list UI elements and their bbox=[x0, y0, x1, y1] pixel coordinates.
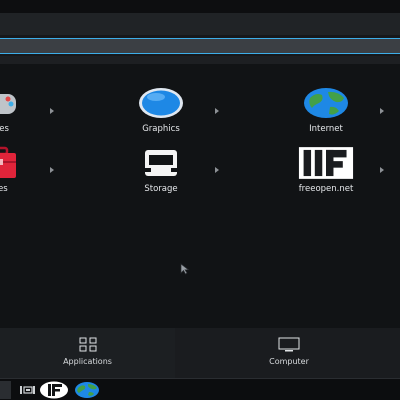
tab-applications[interactable]: Applications bbox=[0, 328, 175, 378]
app-label: ties bbox=[0, 184, 8, 194]
mouse-cursor-icon bbox=[180, 263, 190, 275]
app-category-internet[interactable]: Internet bbox=[271, 86, 381, 142]
launcher-tile[interactable] bbox=[0, 381, 11, 399]
chevron-right-icon[interactable] bbox=[380, 108, 384, 114]
tab-label: Computer bbox=[269, 357, 309, 366]
globe-browser-icon[interactable] bbox=[74, 381, 100, 399]
applications-grid-icon bbox=[79, 337, 96, 352]
games-icon bbox=[0, 94, 16, 114]
chevron-right-icon[interactable] bbox=[215, 167, 219, 173]
app-category-games[interactable]: mes bbox=[0, 86, 55, 142]
freeopen-logo-icon[interactable] bbox=[39, 381, 69, 399]
app-label: Storage bbox=[144, 184, 178, 194]
app-category-utilities[interactable]: ties bbox=[0, 146, 55, 202]
app-label: Graphics bbox=[142, 124, 180, 134]
task-manager-icon[interactable] bbox=[18, 381, 36, 399]
graphics-icon bbox=[139, 88, 183, 118]
app-label: mes bbox=[0, 124, 9, 134]
launcher-header bbox=[0, 13, 400, 35]
search-input[interactable] bbox=[0, 38, 400, 54]
internet-globe-icon bbox=[304, 88, 348, 118]
window-top-strip bbox=[0, 0, 400, 13]
utilities-toolbox-icon bbox=[0, 146, 16, 178]
tab-computer[interactable]: Computer bbox=[178, 328, 400, 378]
chevron-right-icon[interactable] bbox=[50, 167, 54, 173]
computer-monitor-icon bbox=[278, 337, 300, 352]
app-category-storage[interactable]: Storage bbox=[106, 146, 216, 202]
app-label: freeopen.net bbox=[298, 184, 354, 194]
app-label: Internet bbox=[309, 124, 343, 134]
chevron-right-icon[interactable] bbox=[50, 108, 54, 114]
chevron-right-icon[interactable] bbox=[215, 108, 219, 114]
taskbar bbox=[0, 378, 400, 400]
chevron-right-icon[interactable] bbox=[380, 167, 384, 173]
storage-drive-icon bbox=[145, 150, 177, 176]
app-category-graphics[interactable]: Graphics bbox=[106, 86, 216, 142]
app-category-freeopen[interactable]: freeopen.net bbox=[271, 146, 381, 202]
search-underbar bbox=[0, 56, 400, 64]
launcher-tab-bar: Applications Computer bbox=[0, 328, 400, 378]
app-category-panel: mes Graphics Internet ties bbox=[0, 64, 400, 328]
tab-label: Applications bbox=[63, 357, 112, 366]
freeopen-logo-icon bbox=[298, 147, 354, 179]
